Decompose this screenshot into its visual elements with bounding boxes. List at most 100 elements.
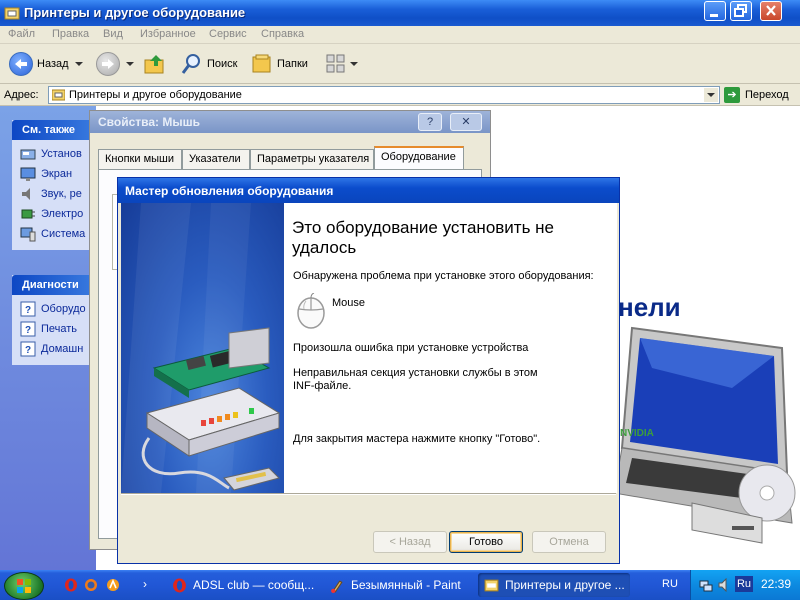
close-button[interactable] bbox=[760, 1, 782, 21]
windows-logo-icon bbox=[17, 579, 31, 593]
minimize-icon bbox=[710, 14, 718, 17]
explorer-title: Принтеры и другое оборудование bbox=[24, 5, 246, 20]
address-dropdown-button[interactable] bbox=[704, 88, 718, 102]
up-folder-button[interactable] bbox=[142, 50, 166, 78]
menu-bar: Файл Правка Вид Избранное Сервис Справка bbox=[0, 26, 800, 44]
go-button[interactable]: ➔ Переход bbox=[724, 87, 789, 103]
views-dropdown-icon[interactable] bbox=[350, 62, 358, 66]
back-label: Назад bbox=[37, 58, 69, 70]
go-label: Переход bbox=[745, 89, 789, 101]
language-indicator[interactable]: RU bbox=[662, 578, 678, 590]
folders-label: Папки bbox=[277, 58, 308, 70]
device-name: Mouse bbox=[332, 297, 366, 309]
back-button[interactable]: Назад bbox=[9, 50, 83, 78]
power-icon bbox=[21, 209, 35, 219]
laptop-illustration: NVIDIA bbox=[613, 326, 796, 544]
finish-button[interactable]: Готово bbox=[449, 531, 523, 553]
tab-mouse-buttons[interactable]: Кнопки мыши bbox=[98, 149, 182, 169]
add-hardware-icon bbox=[20, 149, 36, 160]
start-button[interactable] bbox=[4, 572, 44, 600]
menu-file[interactable]: Файл bbox=[8, 28, 35, 40]
explorer-title-bar[interactable]: Принтеры и другое оборудование bbox=[0, 0, 800, 26]
close-icon: ✕ bbox=[461, 116, 471, 128]
search-button[interactable]: Поиск bbox=[180, 50, 237, 78]
close-hint-text: Для закрытия мастера нажмите кнопку "Гот… bbox=[293, 433, 541, 445]
views-button[interactable] bbox=[324, 50, 358, 78]
hardware-card-icon bbox=[121, 203, 281, 493]
taskbar-item-adsl-club[interactable]: ADSL club — сообщ... bbox=[166, 573, 318, 597]
diagnostics-title[interactable]: Диагности bbox=[12, 275, 96, 295]
mouse-properties-title: Свойства: Мышь bbox=[98, 115, 200, 129]
tab-pointer-options[interactable]: Параметры указателя bbox=[250, 149, 374, 169]
help-icon: ? bbox=[20, 301, 36, 317]
error-text: Произошла ошибка при установке устройств… bbox=[293, 342, 529, 354]
menu-help[interactable]: Справка bbox=[261, 28, 304, 40]
printers-folder-icon bbox=[484, 579, 499, 591]
address-field[interactable]: Принтеры и другое оборудование bbox=[48, 86, 720, 104]
paint-icon bbox=[331, 580, 343, 593]
svg-text:?: ? bbox=[25, 305, 31, 316]
tab-hardware[interactable]: Оборудование bbox=[374, 146, 464, 169]
address-value: Принтеры и другое оборудование bbox=[69, 89, 242, 101]
help-icon: ? bbox=[20, 321, 36, 337]
close-button[interactable]: ✕ bbox=[450, 113, 482, 131]
mouse-properties-title-bar[interactable]: Свойства: Мышь ? ✕ bbox=[90, 111, 490, 133]
menu-view[interactable]: Вид bbox=[103, 28, 123, 40]
laptop-brand-label: NVIDIA bbox=[620, 428, 654, 439]
wizard-title-bar[interactable]: Мастер обновления оборудования bbox=[118, 178, 619, 203]
wizard-separator bbox=[121, 493, 616, 495]
wizard-title: Мастер обновления оборудования bbox=[125, 184, 334, 198]
search-label: Поиск bbox=[207, 58, 238, 70]
see-also-item[interactable]: Система bbox=[20, 224, 96, 244]
taskbar-item-printers[interactable]: Принтеры и другое ... bbox=[478, 573, 630, 597]
clock[interactable]: 22:39 bbox=[761, 577, 791, 591]
forward-dropdown-icon[interactable] bbox=[126, 62, 134, 66]
menu-edit[interactable]: Правка bbox=[52, 28, 89, 40]
folders-button[interactable]: Папки bbox=[250, 50, 308, 78]
standard-toolbar: Назад Поиск Папки bbox=[0, 44, 800, 84]
svg-text:?: ? bbox=[25, 345, 31, 356]
help-button[interactable]: ? bbox=[418, 113, 442, 131]
restore-button[interactable] bbox=[730, 1, 752, 21]
search-icon bbox=[181, 54, 200, 74]
volume-icon[interactable] bbox=[717, 578, 731, 592]
see-also-panel: См. также Установ Экран Звук, ре Электро bbox=[12, 120, 96, 250]
task-pane: См. также Установ Экран Звук, ре Электро bbox=[0, 106, 96, 570]
wizard-heading: Это оборудование установить не удалось bbox=[292, 218, 555, 257]
help-icon: ? bbox=[426, 116, 434, 128]
opera-icon[interactable] bbox=[64, 578, 78, 592]
diagnostics-item[interactable]: ? Оборудо bbox=[20, 299, 96, 319]
forward-arrow-icon bbox=[96, 52, 120, 76]
menu-tools[interactable]: Сервис bbox=[209, 28, 247, 40]
see-also-item[interactable]: Электро bbox=[20, 204, 96, 224]
diagnostics-item[interactable]: ? Печать bbox=[20, 319, 96, 339]
views-icon bbox=[326, 54, 345, 73]
firefox-icon[interactable] bbox=[84, 578, 98, 592]
network-icon[interactable] bbox=[699, 578, 713, 592]
forward-button[interactable] bbox=[96, 50, 134, 78]
diagnostics-item[interactable]: ? Домашн bbox=[20, 339, 96, 359]
error-detail-text: Неправильная секция установки службы в э… bbox=[293, 367, 538, 392]
minimize-button[interactable] bbox=[704, 1, 726, 21]
printers-folder-small-icon bbox=[52, 89, 65, 101]
diagnostics-panel: Диагности ? Оборудо ? Печать ? Домашн bbox=[12, 275, 96, 365]
back-dropdown-icon[interactable] bbox=[74, 62, 83, 66]
back-button[interactable]: < Назад bbox=[373, 531, 447, 553]
opera-icon bbox=[173, 578, 186, 592]
menu-favorites[interactable]: Избранное bbox=[140, 28, 196, 40]
taskbar-item-paint[interactable]: Безымянный - Paint bbox=[324, 573, 472, 597]
see-also-item[interactable]: Звук, ре bbox=[20, 184, 96, 204]
keyboard-layout-indicator[interactable]: Ru bbox=[735, 576, 753, 592]
see-also-title[interactable]: См. также bbox=[12, 120, 96, 140]
system-tray: Ru 22:39 bbox=[690, 570, 800, 600]
tab-pointers[interactable]: Указатели bbox=[182, 149, 250, 169]
see-also-item[interactable]: Экран bbox=[20, 164, 96, 184]
see-also-item[interactable]: Установ bbox=[20, 144, 96, 164]
up-folder-icon bbox=[144, 55, 164, 74]
help-icon: ? bbox=[20, 341, 36, 357]
cancel-button[interactable]: Отмена bbox=[532, 531, 606, 553]
problem-text: Обнаружена проблема при установке этого … bbox=[293, 270, 594, 282]
avast-icon[interactable] bbox=[106, 578, 120, 592]
quick-launch-expand-icon[interactable]: › bbox=[143, 577, 147, 591]
close-icon bbox=[766, 5, 776, 16]
